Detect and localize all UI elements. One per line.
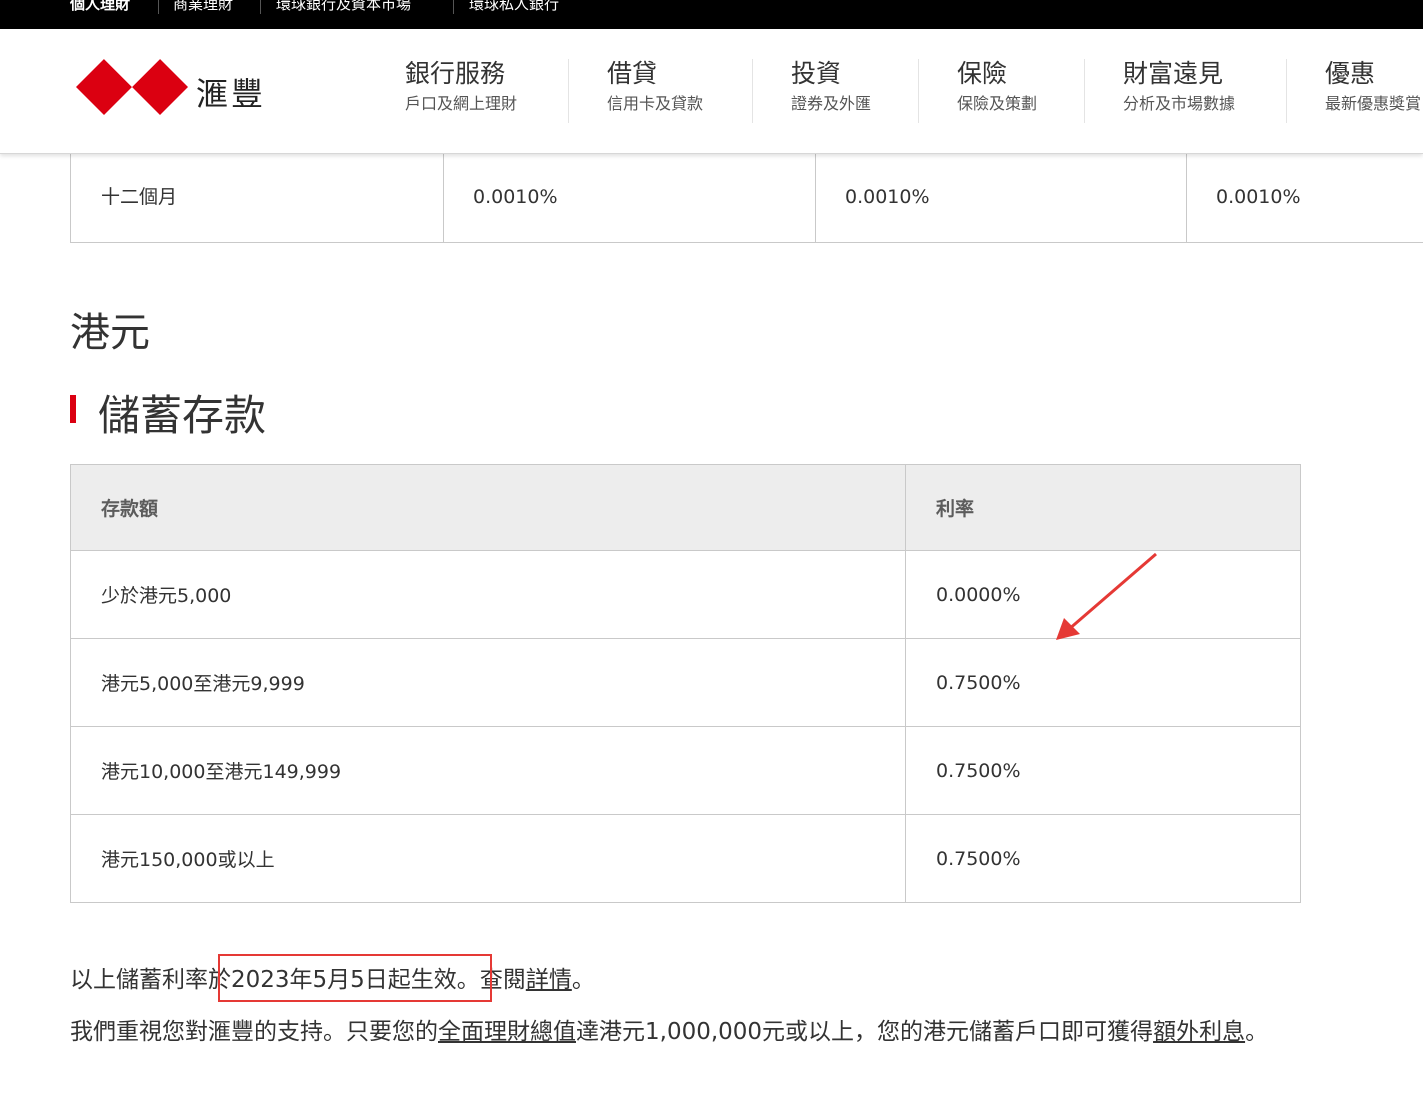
- note-text: 。: [571, 967, 595, 993]
- topbar-divider: [453, 0, 454, 14]
- interest-rate: 0.7500%: [905, 726, 1301, 815]
- nav-subtitle: 信用卡及貸款: [607, 94, 704, 113]
- nav-subtitle: 證券及外匯: [791, 94, 872, 113]
- currency-heading: 港元: [70, 310, 150, 356]
- top-utility-bar: 個人理財 商業理財 環球銀行及資本市場 環球私人銀行: [0, 0, 1423, 29]
- nav-wealth-insights[interactable]: 財富遠見 分析及市場數據: [1123, 57, 1235, 121]
- table-cell-period: 十二個月: [101, 186, 178, 208]
- table-cell-rate: 0.0010%: [845, 186, 930, 208]
- table-cell-rate: 0.0010%: [473, 186, 558, 208]
- nav-divider: [752, 59, 753, 123]
- main-header: 滙豐 銀行服務 戶口及網上理財 借貸 信用卡及貸款 投資 證券及外匯 保險 保險…: [0, 29, 1423, 154]
- note-text: 。: [1245, 1019, 1269, 1045]
- nav-subtitle: 最新優惠獎賞: [1325, 94, 1422, 113]
- total-relationship-balance-link[interactable]: 全面理財總值: [438, 1019, 576, 1045]
- note-text: 我們重視您對滙豐的支持。只要您的: [70, 1019, 438, 1045]
- tab-personal-banking[interactable]: 個人理財: [70, 0, 130, 14]
- table-cell-rate: 0.0010%: [1216, 186, 1301, 208]
- nav-subtitle: 戶口及網上理財: [405, 94, 518, 113]
- deposit-tier: 少於港元5,000: [70, 550, 906, 639]
- tab-private-banking[interactable]: 環球私人銀行: [469, 0, 559, 14]
- nav-investing[interactable]: 投資 證券及外匯: [791, 57, 871, 121]
- interest-rate: 0.0000%: [905, 550, 1301, 639]
- tab-global-banking[interactable]: 環球銀行及資本市場: [276, 0, 411, 14]
- note-text: 查閱: [479, 967, 526, 993]
- nav-divider: [918, 59, 919, 123]
- topbar-divider: [260, 0, 261, 14]
- bonus-interest-link[interactable]: 額外利息: [1153, 1019, 1245, 1045]
- topbar-divider: [158, 0, 159, 14]
- table-row: 港元5,000至港元9,999 0.7500%: [70, 638, 1301, 727]
- column-header-deposit-amount: 存款額: [70, 464, 906, 551]
- brand-name[interactable]: 滙豐: [196, 69, 266, 115]
- column-header-interest-rate: 利率: [905, 464, 1301, 551]
- nav-title: 銀行服務: [405, 59, 506, 88]
- bonus-interest-note: 我們重視您對滙豐的支持。只要您的全面理財總值達港元1,000,000元或以上，您…: [70, 1014, 1280, 1050]
- nav-banking[interactable]: 銀行服務 戶口及網上理財: [405, 57, 517, 121]
- nav-subtitle: 保險及策劃: [957, 94, 1038, 113]
- interest-rate: 0.7500%: [905, 814, 1301, 903]
- nav-insurance[interactable]: 保險 保險及策劃: [957, 57, 1037, 121]
- nav-divider: [568, 59, 569, 123]
- nav-title: 保險: [957, 59, 1008, 88]
- table-row: 港元10,000至港元149,999 0.7500%: [70, 726, 1301, 815]
- deposit-tier: 港元5,000至港元9,999: [70, 638, 906, 727]
- note-text: 以上儲蓄利率於: [70, 967, 231, 993]
- savings-rates-table: 存款額 利率 少於港元5,000 0.0000% 港元5,000至港元9,999…: [70, 464, 1301, 903]
- effective-date-note: 以上儲蓄利率於2023年5月5日起生效。查閱詳情。: [70, 962, 1280, 998]
- table-row: 港元150,000或以上 0.7500%: [70, 814, 1301, 903]
- deposit-tier: 港元150,000或以上: [70, 814, 906, 903]
- interest-rate: 0.7500%: [905, 638, 1301, 727]
- nav-divider: [1084, 59, 1085, 123]
- table-header-row: 存款額 利率: [70, 464, 1301, 551]
- section-heading: 儲蓄存款: [98, 391, 267, 440]
- hsbc-hexagon-logo-icon[interactable]: [76, 59, 188, 115]
- nav-offers[interactable]: 優惠 最新優惠獎賞: [1325, 57, 1423, 121]
- tab-commercial-banking[interactable]: 商業理財: [173, 0, 233, 14]
- note-text: 達港元1,000,000元或以上，您的港元儲蓄戶口即可獲得: [576, 1019, 1154, 1045]
- deposit-tier: 港元10,000至港元149,999: [70, 726, 906, 815]
- nav-title: 優惠: [1325, 59, 1376, 88]
- details-link[interactable]: 詳情: [526, 967, 572, 993]
- section-accent-bar: [70, 395, 76, 423]
- effective-date: 2023年5月5日起生效。: [231, 967, 480, 993]
- nav-divider: [1286, 59, 1287, 123]
- nav-borrowing[interactable]: 借貸 信用卡及貸款: [607, 57, 703, 121]
- table-row: 少於港元5,000 0.0000%: [70, 550, 1301, 639]
- previous-rates-table-row: 十二個月 0.0010% 0.0010% 0.0010%: [70, 153, 1423, 243]
- nav-title: 借貸: [607, 59, 658, 88]
- nav-title: 投資: [791, 59, 842, 88]
- nav-title: 財富遠見: [1123, 59, 1224, 88]
- nav-subtitle: 分析及市場數據: [1123, 94, 1236, 113]
